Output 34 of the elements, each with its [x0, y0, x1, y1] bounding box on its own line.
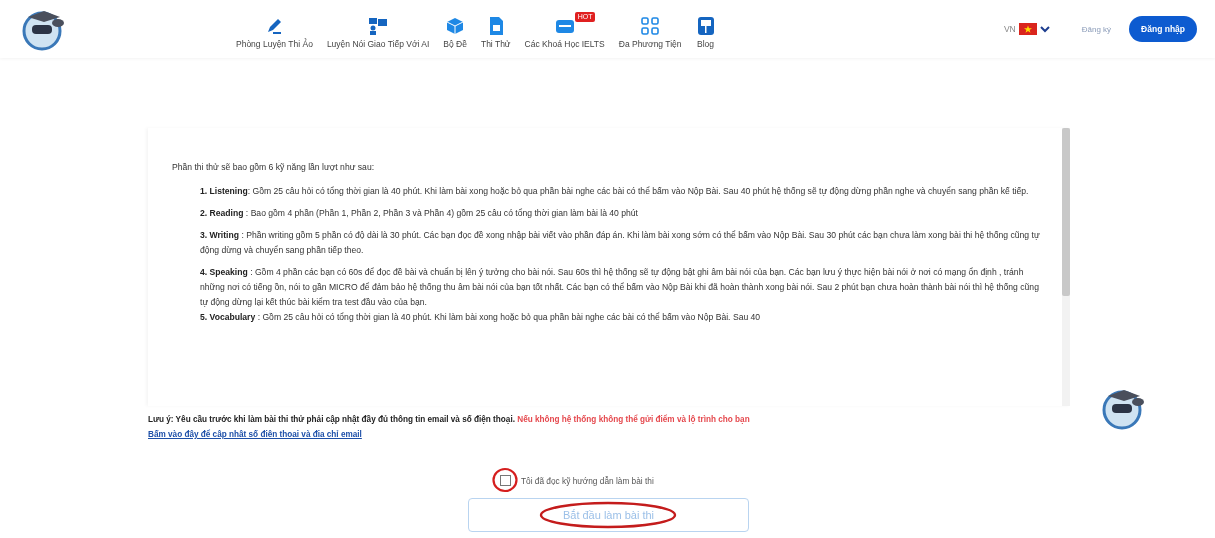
nav-label: Thi Thử [480, 38, 511, 49]
instruction-paragraph: 4. Speaking : Gồm 4 phần các bạn có 60s để đọc đề bài và chuẩn bị lên ý tưởng cho bài nói. Sau 60s thì hệ thống sẽ tự động bật ghi âm bài nói của bạn. Các bạn lưu ý thực hiện bài nói ở nơi có mạng ổn định , tránh những nơi có tiếng ồn, nói to gần MICRO để đảm bảo hệ thống thu âm bài nói của bạn tốt nhất. Các bạn có thể bấm vào Nộp Bài khi đã hoàn thành xong bài nói. Sau 2 phút bạn chưa hoàn thành bài nói thì hệ thống cũng tự động dừng lại kết thúc bài kiểm tra test đầu vào của bạn. [200, 266, 1040, 309]
nav-item[interactable]: Luyện Nói Giao Tiếp Với AI [326, 9, 430, 49]
nav-label: Luyện Nói Giao Tiếp Với AI [326, 38, 430, 49]
book-icon [695, 15, 716, 36]
intro-text: Phần thi thử sẽ bao gồm 6 kỹ năng lần lượt như sau: [172, 161, 376, 174]
nav-label: Bộ Đề [443, 38, 467, 49]
nav-label: Blog [697, 38, 715, 49]
nav-label: Đa Phương Tiện [618, 38, 682, 49]
login-button[interactable]: Đăng nhập [1129, 16, 1197, 42]
chat-icon [368, 15, 389, 36]
nav-item[interactable]: Đa Phương Tiện [618, 9, 682, 49]
language-selector[interactable]: VN [1003, 23, 1050, 35]
instruction-paragraph: 5. Vocabulary : Gồm 25 câu hỏi có tổng thời gian là 40 phút. Khi làm bài xong hoặc bỏ qua phần bài nghe các bài có thể bấm vào Nộp Bài. Sau 40 [200, 311, 762, 324]
nav-label: Phòng Luyện Thi Ảo [236, 38, 313, 49]
nav-label: Các Khoá Học IELTS [524, 38, 605, 49]
grid-icon [640, 15, 661, 36]
cube-icon [445, 15, 466, 36]
scroll-thumb[interactable] [1062, 128, 1070, 296]
nav-item[interactable]: Bộ Đề [443, 9, 467, 49]
instruction-paragraph: 2. Reading : Bao gồm 4 phần (Phần 1, Phần 2, Phần 3 và Phần 4) gồm 25 câu có tổng thời gian làm bài là 40 phút [200, 207, 639, 220]
instruction-paragraph: 1. Listening: Gồm 25 câu hỏi có tổng thời gian là 40 phút. Khi làm bài xong hoặc bỏ qua phần bài nghe các bài có thể bấm vào Nộp Bài. Sau 40 phút hệ thống sẽ tự động dừng phần nghe và chuyển sang phần kế tiếp. [200, 185, 1030, 198]
notice-text: Lưu ý: Yêu cầu trước khi làm bài thi thử phải cập nhật đầy đủ thông tin email và số điện thoại. Nếu không hệ thống không thể gửi điểm và lộ trình cho bạn [148, 413, 751, 426]
update-info-link[interactable]: Bấm vào đây để cập nhật số điện thoại và địa chỉ email [148, 430, 362, 439]
nav-item[interactable]: Phòng Luyện Thi Ảo [236, 9, 313, 49]
nav-item[interactable]: Thi Thử [480, 9, 511, 49]
flag-icon [1018, 23, 1037, 35]
annotation-circle [492, 467, 518, 493]
nav-item[interactable]: Blog [695, 9, 716, 49]
checkbox-label: Tôi đã đọc kỹ hướng dẫn làm bài thi [521, 475, 654, 486]
chevron-down-icon [1039, 25, 1050, 33]
scrollbar[interactable] [1062, 128, 1070, 406]
checkbox[interactable] [500, 475, 511, 486]
instruction-paragraph: 3. Writing : Phần writing gồm 5 phần có độ dài là 30 phút. Các bạn đọc đề xong nhập bài viết vào phần đáp án. Khi làm bài xong sớm có thể bấm vào Nộp Bài. Sau 30 phút các bạn chưa làm xong bài thi hệ thống cũng tự động dừng và chuyển sang phần tiếp theo. [200, 229, 1041, 257]
